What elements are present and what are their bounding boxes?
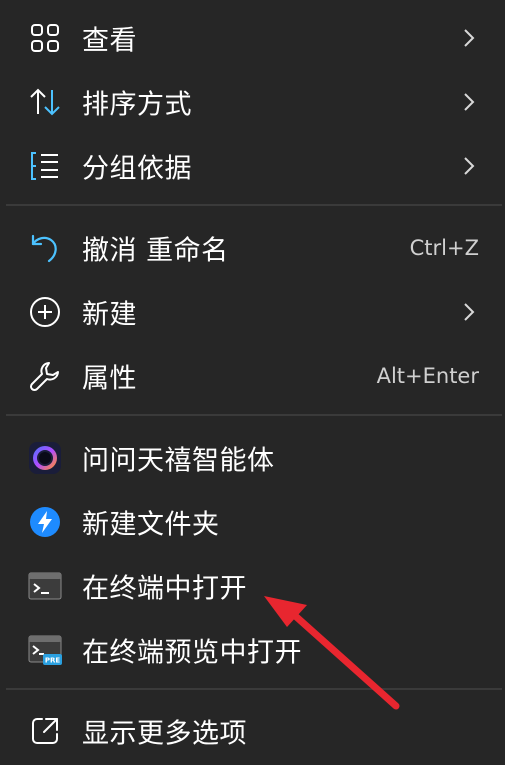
annotation-arrow	[264, 596, 400, 710]
